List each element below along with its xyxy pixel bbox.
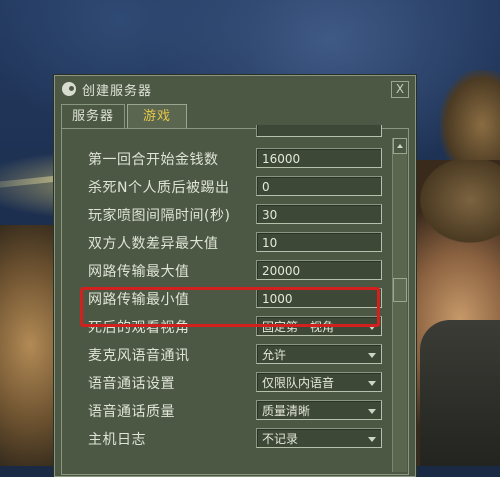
steam-logo-icon bbox=[62, 82, 76, 96]
settings-row: 死后的观看视角 固定第一视角 bbox=[88, 316, 388, 338]
background-soldier-mask bbox=[420, 320, 500, 466]
setting-label: 杀死N个人质后被踢出 bbox=[88, 180, 230, 196]
setting-label: 网路传输最大值 bbox=[88, 264, 190, 280]
setting-label: 语音通话质量 bbox=[88, 404, 175, 420]
setting-label: 玩家喷图间隔时间(秒) bbox=[88, 208, 231, 224]
hostage-kick-input[interactable]: 0 bbox=[256, 176, 382, 196]
settings-row: 杀死N个人质后被踢出 0 bbox=[88, 176, 388, 198]
chevron-down-icon[interactable] bbox=[368, 437, 376, 442]
min-rate-input[interactable]: 1000 bbox=[256, 288, 382, 308]
settings-row: 语音通话质量 质量清晰 bbox=[88, 400, 388, 422]
voice-enable-select[interactable]: 允许 bbox=[256, 344, 382, 364]
dialog-title: 创建服务器 bbox=[82, 84, 153, 99]
select-value: 质量清晰 bbox=[262, 404, 311, 418]
start-money-input[interactable]: 16000 bbox=[256, 148, 382, 168]
voice-quality-select[interactable]: 质量清晰 bbox=[256, 400, 382, 420]
settings-row: 语音通话设置 仅限队内语音 bbox=[88, 372, 388, 394]
vertical-scrollbar[interactable] bbox=[392, 138, 407, 472]
setting-label: 主机日志 bbox=[88, 432, 146, 448]
server-log-select[interactable]: 不记录 bbox=[256, 428, 382, 448]
close-button[interactable]: X bbox=[391, 81, 409, 98]
settings-row: 麦克风语音通讯 允许 bbox=[88, 344, 388, 366]
select-value: 固定第一视角 bbox=[262, 320, 335, 334]
dialog-titlebar[interactable]: 创建服务器 X bbox=[55, 76, 415, 102]
setting-label: 第一回合开始金钱数 bbox=[88, 152, 219, 168]
scroll-up-arrow-icon[interactable] bbox=[393, 138, 407, 154]
scrollbar-thumb[interactable] bbox=[393, 278, 407, 302]
setting-label: 网路传输最小值 bbox=[88, 292, 190, 308]
game-settings-panel: 第一回合开始金钱数 16000 杀死N个人质后被踢出 0 玩家喷图间隔时间(秒)… bbox=[61, 125, 409, 475]
chevron-down-icon[interactable] bbox=[368, 353, 376, 358]
spray-interval-input[interactable]: 30 bbox=[256, 204, 382, 224]
chevron-down-icon[interactable] bbox=[368, 409, 376, 414]
settings-row: 双方人数差异最大值 10 bbox=[88, 232, 388, 254]
settings-row: 玩家喷图间隔时间(秒) 30 bbox=[88, 204, 388, 226]
team-balance-input[interactable]: 10 bbox=[256, 232, 382, 252]
setting-label: 麦克风语音通讯 bbox=[88, 348, 190, 364]
setting-label: 双方人数差异最大值 bbox=[88, 236, 219, 252]
settings-row-partial bbox=[88, 125, 388, 141]
settings-row: 第一回合开始金钱数 16000 bbox=[88, 148, 388, 170]
chevron-down-icon[interactable] bbox=[368, 381, 376, 386]
setting-label: 语音通话设置 bbox=[88, 376, 175, 392]
chevron-down-icon[interactable] bbox=[368, 325, 376, 330]
setting-label: 死后的观看视角 bbox=[88, 320, 190, 336]
select-value: 允许 bbox=[262, 348, 287, 362]
setting-field-partial[interactable] bbox=[256, 125, 382, 137]
max-rate-input[interactable]: 20000 bbox=[256, 260, 382, 280]
settings-row: 主机日志 不记录 bbox=[88, 428, 388, 450]
create-server-dialog: 创建服务器 X 服务器 游戏 第一回合开始金钱数 16000 杀死N个人质后被踢… bbox=[54, 75, 416, 477]
settings-row: 网路传输最大值 20000 bbox=[88, 260, 388, 282]
select-value: 不记录 bbox=[262, 432, 299, 446]
settings-row: 网路传输最小值 1000 bbox=[88, 288, 388, 310]
spectator-mode-select[interactable]: 固定第一视角 bbox=[256, 316, 382, 336]
voice-settings-select[interactable]: 仅限队内语音 bbox=[256, 372, 382, 392]
select-value: 仅限队内语音 bbox=[262, 376, 335, 390]
